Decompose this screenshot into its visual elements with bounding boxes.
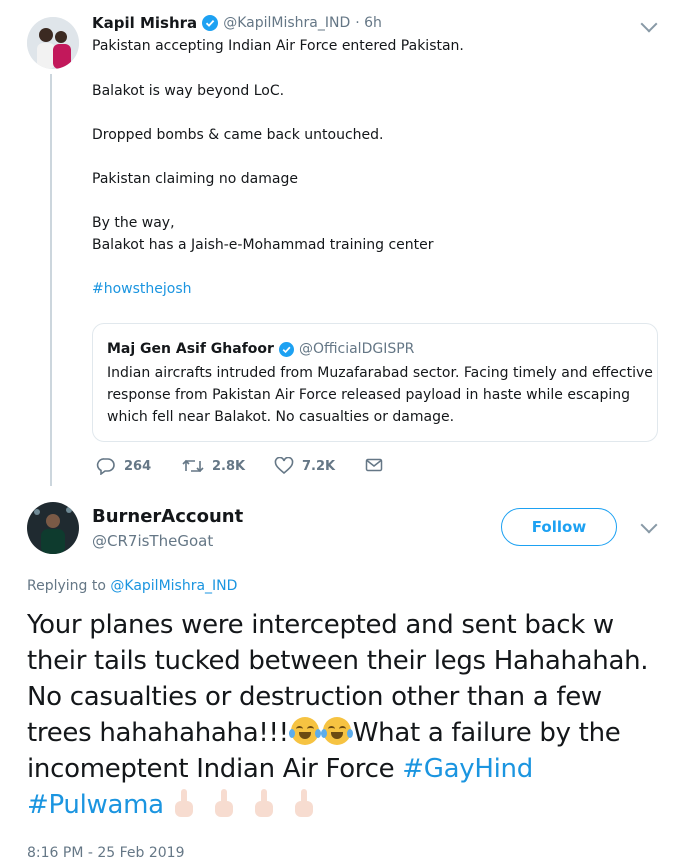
heart-icon (274, 457, 294, 475)
hashtag-link[interactable]: #GayHind (402, 754, 533, 784)
retweet-count: 2.8K (212, 458, 246, 474)
tweet-time[interactable]: · 6h (355, 15, 382, 31)
avatar-photo-icon (27, 502, 79, 554)
author-name[interactable]: Kapil Mishra (92, 14, 197, 32)
quoted-author-handle[interactable]: @OfficialDGISPR (299, 341, 414, 357)
verified-badge-icon (278, 341, 294, 357)
kapil-mishra-avatar[interactable] (27, 17, 79, 69)
tweet-line: By the way, (92, 215, 175, 231)
hashtag-link[interactable]: #Pulwama (27, 790, 164, 820)
avatar-photo-icon (27, 17, 79, 69)
middle-finger-emoji-icon (293, 789, 315, 819)
follow-button[interactable]: Follow (501, 508, 617, 546)
reply-menu-chevron-icon[interactable] (640, 516, 658, 534)
envelope-icon (365, 458, 383, 472)
tears-of-joy-emoji-icon (288, 717, 321, 745)
message-action[interactable] (365, 457, 383, 473)
reply-text: Your planes were intercepted and sent ba… (27, 607, 667, 823)
middle-finger-emoji-icon (253, 789, 275, 819)
replying-to-label: Replying to (27, 578, 111, 594)
hashtag-link[interactable]: #howsthejosh (92, 281, 192, 297)
verified-badge-icon (202, 15, 219, 31)
retweet-icon (182, 459, 204, 473)
tweet-line: Pakistan accepting Indian Air Force ente… (92, 38, 464, 54)
reply-author-name[interactable]: BurnerAccount (92, 506, 243, 527)
like-count: 7.2K (302, 458, 336, 474)
reply-count: 264 (124, 458, 152, 474)
middle-finger-emoji-icon (173, 789, 195, 819)
retweet-action[interactable]: 2.8K (182, 457, 245, 475)
burner-account-avatar[interactable] (27, 502, 79, 554)
reply-action[interactable]: 264 (96, 457, 151, 475)
middle-finger-emoji-icon (213, 789, 235, 819)
reply-bubble-icon (96, 458, 115, 475)
tweet-line: Balakot is way beyond LoC. (92, 83, 285, 99)
like-action[interactable]: 7.2K (274, 457, 335, 475)
quoted-text-line: Indian aircrafts intruded from Muzafarab… (107, 365, 653, 381)
tweet-line: Dropped bombs & came back untouched. (92, 127, 384, 143)
tweet-menu-chevron-icon[interactable] (640, 15, 658, 33)
thread-line (50, 74, 52, 486)
reply-timestamp[interactable]: 8:16 PM - 25 Feb 2019 (27, 845, 185, 861)
reply-author-handle[interactable]: @CR7isTheGoat (92, 532, 213, 550)
tears-of-joy-emoji-icon (320, 717, 353, 745)
quoted-text-line: response from Pakistan Air Force release… (107, 387, 631, 403)
author-handle[interactable]: @KapilMishra_IND (223, 15, 350, 31)
quoted-text-line: which fell near Balakot. No casualties o… (107, 409, 455, 425)
replying-to-handle[interactable]: @KapilMishra_IND (110, 578, 237, 594)
tweet-line: Pakistan claiming no damage (92, 171, 298, 187)
quoted-tweet-card[interactable]: Maj Gen Asif Ghafoor @OfficialDGISPR Ind… (92, 323, 658, 442)
quoted-author-name[interactable]: Maj Gen Asif Ghafoor (107, 341, 274, 357)
tweet-line: Balakot has a Jaish-e-Mohammad training … (92, 237, 434, 253)
